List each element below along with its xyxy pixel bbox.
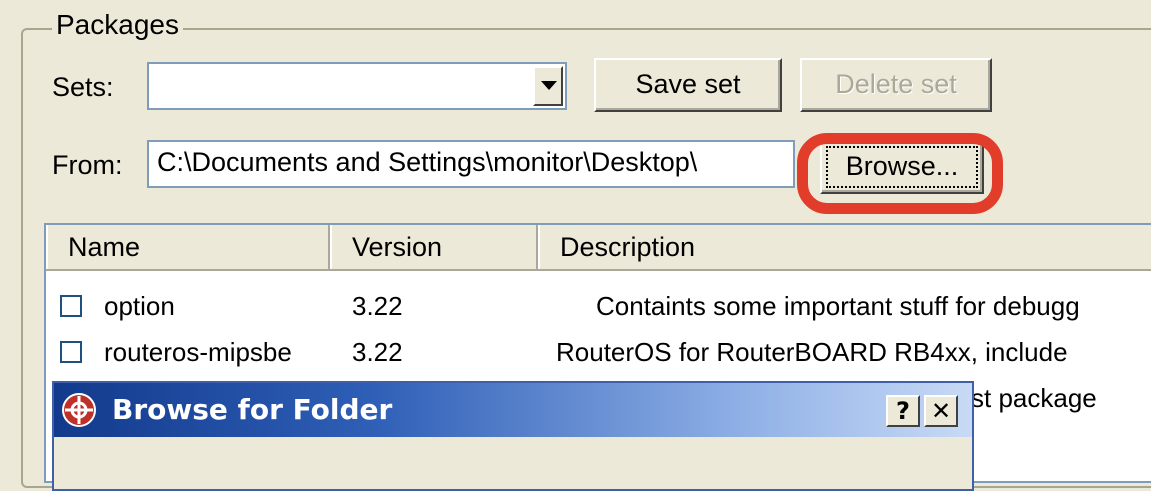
delete-set-button[interactable]: Delete set xyxy=(800,58,992,112)
highlight-annotation-circle xyxy=(797,133,1003,214)
package-version: 3.22 xyxy=(352,291,403,321)
save-set-button[interactable]: Save set xyxy=(594,58,782,112)
list-header: Name Version Description xyxy=(46,225,1151,271)
package-checkbox[interactable] xyxy=(60,295,82,317)
sets-combobox[interactable] xyxy=(147,62,567,110)
column-header-name[interactable]: Name xyxy=(46,225,330,269)
dialog-title: Browse for Folder xyxy=(112,393,393,426)
browse-for-folder-dialog[interactable]: Browse for Folder ? ✕ xyxy=(52,381,974,491)
close-button[interactable]: ✕ xyxy=(924,395,958,427)
column-header-version[interactable]: Version xyxy=(330,225,538,269)
package-checkbox[interactable] xyxy=(60,341,82,363)
package-description: st package xyxy=(971,383,1097,413)
winbox-app-icon xyxy=(62,393,96,427)
help-button[interactable]: ? xyxy=(886,395,920,427)
column-header-description[interactable]: Description xyxy=(538,225,1151,269)
from-label: From: xyxy=(52,150,123,180)
from-path-input[interactable]: C:\Documents and Settings\monitor\Deskto… xyxy=(147,140,795,188)
dialog-titlebar[interactable]: Browse for Folder ? ✕ xyxy=(54,383,972,437)
list-item[interactable]: routeros-mipsbe 3.22 RouterOS for Router… xyxy=(46,333,1151,371)
chevron-down-icon xyxy=(541,81,557,90)
list-item[interactable]: option 3.22 Containts some important stu… xyxy=(46,287,1151,325)
package-name: routeros-mipsbe xyxy=(104,337,292,367)
sets-dropdown-button[interactable] xyxy=(533,66,563,106)
package-name: option xyxy=(104,291,175,321)
package-version: 3.22 xyxy=(352,337,403,367)
package-description: RouterOS for RouterBOARD RB4xx, include xyxy=(556,337,1068,367)
packages-group-title: Packages xyxy=(52,8,183,42)
package-description: Containts some important stuff for debug… xyxy=(596,291,1080,321)
sets-label: Sets: xyxy=(52,72,114,102)
